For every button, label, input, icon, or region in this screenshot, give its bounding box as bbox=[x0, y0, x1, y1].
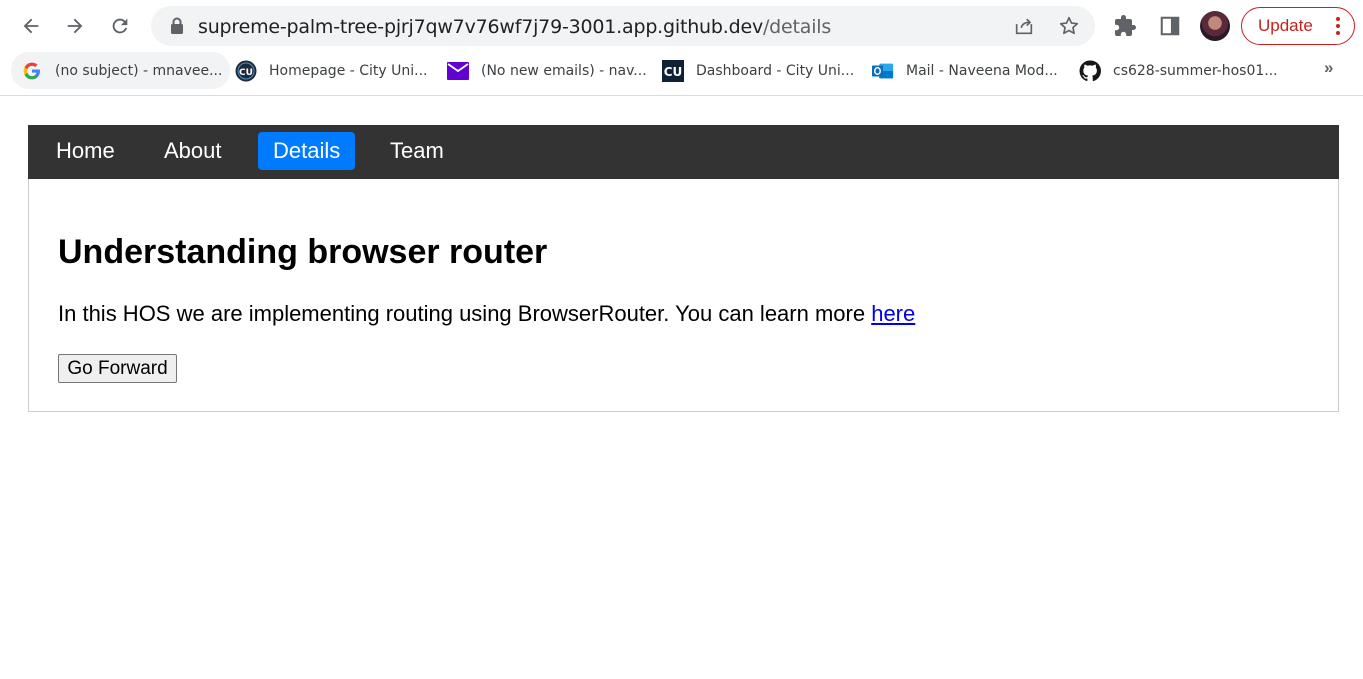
arrow-right-icon bbox=[67, 18, 83, 34]
bookmark-label: Homepage - City Uni... bbox=[269, 62, 428, 79]
nav-link-about[interactable]: About bbox=[149, 132, 237, 170]
mail-icon bbox=[447, 60, 469, 82]
more-vert-icon bbox=[1336, 17, 1340, 35]
url-text[interactable]: supreme-palm-tree-pjrj7qw7v76wf7j79-3001… bbox=[198, 16, 831, 38]
lock-icon bbox=[171, 17, 183, 34]
outlook-icon bbox=[872, 60, 894, 82]
back-button[interactable] bbox=[14, 9, 48, 43]
share-icon[interactable] bbox=[1012, 14, 1036, 38]
go-forward-button[interactable]: Go Forward bbox=[58, 354, 177, 383]
page-title: Understanding browser router bbox=[58, 233, 548, 271]
more-bookmarks-icon[interactable]: » bbox=[1324, 58, 1333, 78]
browser-toolbar: supreme-palm-tree-pjrj7qw7v76wf7j79-3001… bbox=[0, 0, 1363, 52]
bookmark-star-icon[interactable] bbox=[1057, 14, 1081, 38]
update-button[interactable]: Update bbox=[1241, 7, 1355, 45]
url-host: supreme-palm-tree-pjrj7qw7v76wf7j79-3001… bbox=[198, 16, 763, 38]
bookmark-item[interactable]: Mail - Naveena Mod... bbox=[872, 52, 1058, 89]
app-navbar: Home About Details Team bbox=[28, 125, 1339, 179]
nav-link-team[interactable]: Team bbox=[375, 132, 459, 170]
svg-text:CU: CU bbox=[664, 65, 683, 79]
arrow-left-icon bbox=[23, 18, 39, 34]
address-bar[interactable]: supreme-palm-tree-pjrj7qw7v76wf7j79-3001… bbox=[151, 6, 1095, 46]
cu-square-icon: CU bbox=[662, 59, 684, 82]
bookmark-item[interactable]: cs628-summer-hos01... bbox=[1079, 52, 1278, 89]
bookmark-label: (No new emails) - nav... bbox=[481, 62, 647, 79]
intro-paragraph: In this HOS we are implementing routing … bbox=[58, 301, 915, 327]
side-panel-icon[interactable] bbox=[1157, 13, 1183, 39]
bookmark-item[interactable]: CU Homepage - City Uni... bbox=[235, 52, 428, 89]
reload-icon bbox=[112, 18, 128, 34]
bookmark-label: Mail - Naveena Mod... bbox=[906, 62, 1058, 79]
bookmark-label: Dashboard - City Uni... bbox=[696, 62, 855, 79]
github-icon bbox=[1079, 59, 1101, 82]
cu-round-icon: CU bbox=[235, 60, 257, 82]
reload-button[interactable] bbox=[103, 9, 137, 43]
update-label: Update bbox=[1258, 16, 1313, 35]
nav-link-home[interactable]: Home bbox=[41, 132, 130, 170]
bookmark-item[interactable]: CU Dashboard - City Uni... bbox=[662, 52, 854, 89]
forward-button[interactable] bbox=[58, 9, 92, 43]
extensions-icon[interactable] bbox=[1112, 13, 1138, 39]
svg-text:CU: CU bbox=[239, 68, 253, 78]
bookmark-item[interactable]: (No new emails) - nav... bbox=[447, 52, 647, 89]
bookmark-item[interactable]: (no subject) - mnavee... bbox=[11, 52, 231, 89]
bookmarks-bar: (no subject) - mnavee... CU Homepage - C… bbox=[0, 52, 1363, 96]
learn-more-link[interactable]: here bbox=[871, 301, 915, 326]
nav-link-details[interactable]: Details bbox=[258, 132, 356, 170]
details-panel: Understanding browser router In this HOS… bbox=[28, 179, 1339, 412]
bookmark-label: (no subject) - mnavee... bbox=[55, 62, 223, 79]
url-path: /details bbox=[762, 16, 832, 38]
profile-avatar[interactable] bbox=[1200, 11, 1230, 41]
intro-text: In this HOS we are implementing routing … bbox=[58, 301, 872, 326]
bookmark-label: cs628-summer-hos01... bbox=[1113, 62, 1278, 79]
google-icon bbox=[21, 60, 43, 82]
